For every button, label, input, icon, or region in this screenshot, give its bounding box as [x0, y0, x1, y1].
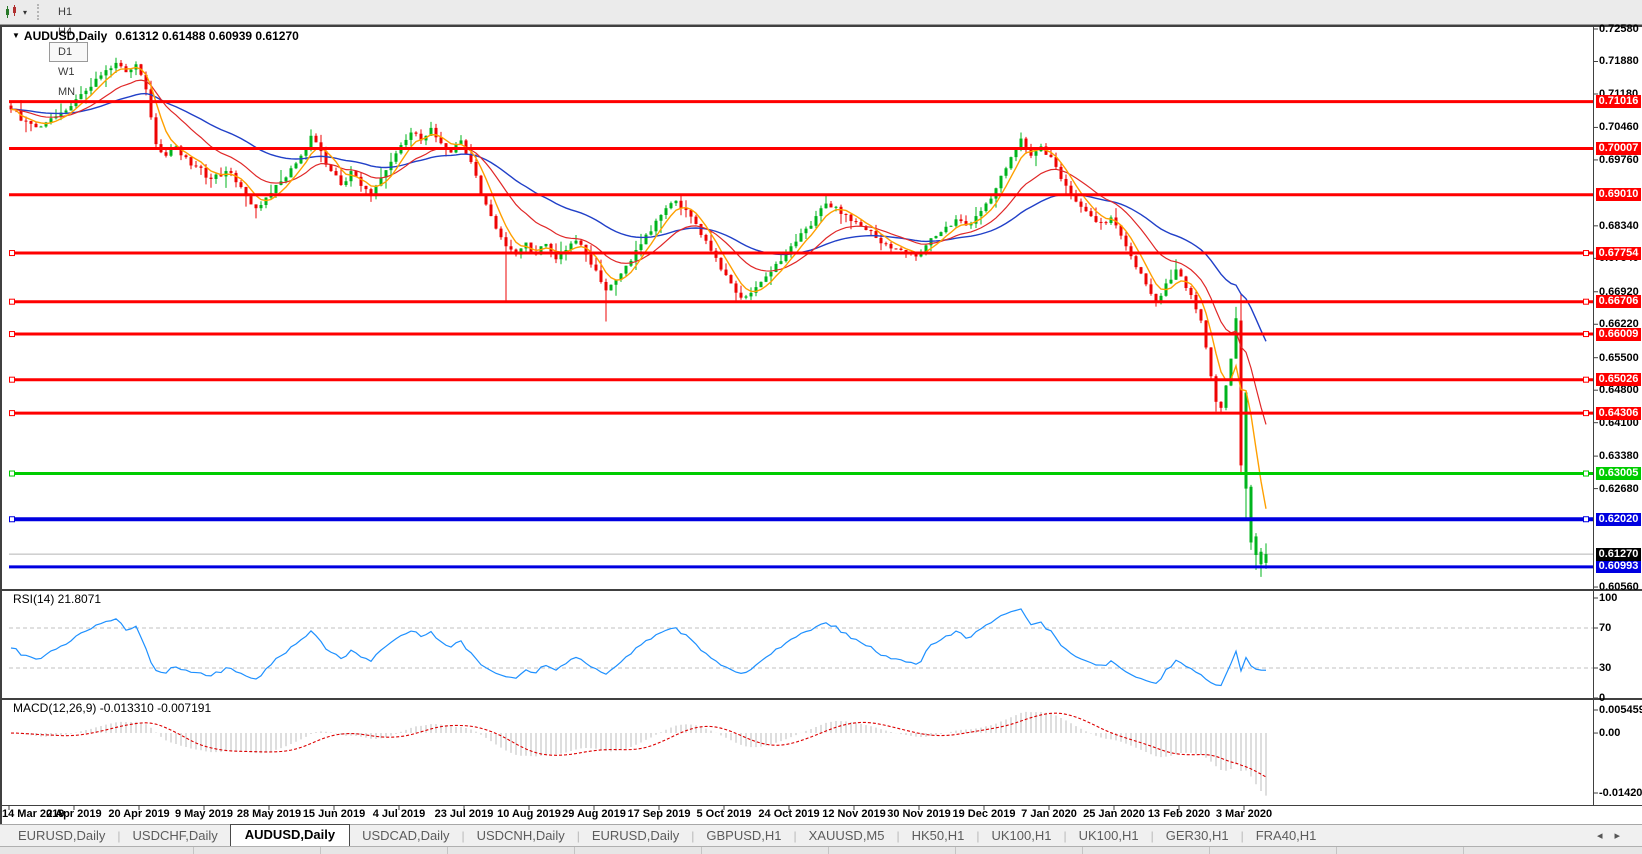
line-handle[interactable]	[1584, 251, 1589, 256]
price-tick-label: 0.71880	[1599, 55, 1639, 68]
price-tick-label: 0.72580	[1599, 23, 1639, 36]
macd-indicator-label: MACD(12,26,9) -0.013310 -0.007191	[13, 701, 211, 715]
date-tick-label: 13 Feb 2020	[1148, 808, 1210, 820]
price-tick-label: 0.62680	[1599, 483, 1639, 496]
chart-tab-fra40-h1[interactable]: FRA40,H1	[1244, 826, 1329, 846]
line-handle[interactable]	[1584, 517, 1589, 522]
current-price-label: 0.61270	[1596, 548, 1641, 561]
line-handle[interactable]	[10, 471, 15, 476]
date-tick-label: 7 Jan 2020	[1021, 808, 1077, 820]
rsi-tick-label: 100	[1599, 592, 1617, 605]
status-cell-separator	[1082, 847, 1083, 854]
date-tick-label: 2 Apr 2019	[46, 808, 101, 820]
chart-symbol-label: AUDUSD,Daily	[24, 29, 107, 43]
line-handle[interactable]	[10, 299, 15, 304]
rsi-tick-label: 30	[1599, 662, 1611, 675]
status-bar	[0, 846, 1642, 854]
line-handle[interactable]	[1584, 411, 1589, 416]
status-cell-separator	[828, 847, 829, 854]
status-cell-separator	[701, 847, 702, 854]
line-handle[interactable]	[10, 251, 15, 256]
tab-scroll-right-icon[interactable]: ▸	[1614, 830, 1632, 842]
chart-title: ▼ AUDUSD,Daily 0.61312 0.61488 0.60939 0.6…	[12, 29, 299, 43]
line-handle[interactable]	[10, 517, 15, 522]
price-level-label: 0.65026	[1596, 373, 1641, 386]
status-cell-separator	[447, 847, 448, 854]
date-tick-label: 30 Nov 2019	[887, 808, 951, 820]
status-cell-separator	[1463, 847, 1464, 854]
macd-panel-layer	[11, 712, 1266, 796]
date-tick-label: 29 Aug 2019	[562, 808, 626, 820]
rsi-panel-layer	[9, 609, 1593, 686]
chart-tab-gbpusd-h1[interactable]: GBPUSD,H1	[694, 826, 793, 846]
line-handle[interactable]	[1584, 332, 1589, 337]
chart-tab-bar: EURUSD,Daily|USDCHF,DailyAUDUSD,DailyUSD…	[0, 824, 1642, 846]
price-level-label: 0.62020	[1596, 513, 1641, 526]
macd-tick-label: -0.014204	[1599, 787, 1642, 800]
price-tick-label: 0.69760	[1599, 154, 1639, 167]
date-tick-label: 15 Jun 2019	[303, 808, 365, 820]
status-cell-separator	[955, 847, 956, 854]
date-tick-label: 19 Dec 2019	[953, 808, 1016, 820]
status-cell-separator	[574, 847, 575, 854]
status-cell-separator	[1209, 847, 1210, 854]
trading-platform-window: ▾ M1M5M15M30H1H4D1W1MN ▼AUDUSD,Daily0.61…	[0, 0, 1642, 854]
date-tick-label: 23 Jul 2019	[435, 808, 494, 820]
chart-tab-eurusd-daily[interactable]: EURUSD,Daily	[580, 826, 691, 846]
price-level-label: 0.67754	[1596, 247, 1641, 260]
rsi-tick-label: 70	[1599, 622, 1611, 635]
chart-tab-usdcad-daily[interactable]: USDCAD,Daily	[350, 826, 461, 846]
chart-ohlc-values: 0.61312 0.61488 0.60939 0.61270	[115, 29, 299, 43]
chart-tab-audusd-daily[interactable]: AUDUSD,Daily	[230, 824, 350, 846]
line-handle[interactable]	[10, 332, 15, 337]
date-tick-label: 25 Jan 2020	[1083, 808, 1145, 820]
price-level-label: 0.60993	[1596, 560, 1641, 573]
chart-tab-hk50-h1[interactable]: HK50,H1	[900, 826, 977, 846]
chart-tab-eurusd-daily[interactable]: EURUSD,Daily	[6, 826, 117, 846]
rsi-indicator-label: RSI(14) 21.8071	[13, 592, 101, 606]
main-chart-layer	[9, 58, 1593, 577]
price-tick-label: 0.65500	[1599, 352, 1639, 365]
line-handle[interactable]	[10, 411, 15, 416]
price-level-label: 0.66009	[1596, 328, 1641, 341]
date-tick-label: 9 May 2019	[175, 808, 233, 820]
price-level-label: 0.64306	[1596, 407, 1641, 420]
chart-tab-uk100-h1[interactable]: UK100,H1	[1067, 826, 1151, 846]
tab-scroll-left-icon[interactable]: ◂	[1597, 830, 1615, 842]
macd-tick-label: 0.005459	[1599, 704, 1642, 717]
line-handle[interactable]	[1584, 377, 1589, 382]
date-tick-label: 5 Oct 2019	[696, 808, 751, 820]
macd-tick-label: 0.00	[1599, 727, 1620, 740]
price-level-label: 0.63005	[1596, 467, 1641, 480]
chart-canvas[interactable]	[0, 0, 1642, 824]
status-cell-separator	[320, 847, 321, 854]
date-tick-label: 24 Oct 2019	[758, 808, 819, 820]
date-tick-label: 4 Jul 2019	[373, 808, 426, 820]
date-tick-label: 12 Nov 2019	[822, 808, 886, 820]
chart-tab-usdcnh-daily[interactable]: USDCNH,Daily	[465, 826, 577, 846]
chart-tab-uk100-h1[interactable]: UK100,H1	[980, 826, 1064, 846]
tab-scroll-arrows: ◂▸	[1597, 829, 1632, 842]
date-tick-label: 28 May 2019	[237, 808, 301, 820]
chart-tab-usdchf-daily[interactable]: USDCHF,Daily	[121, 826, 230, 846]
chart-tab-ger30-h1[interactable]: GER30,H1	[1154, 826, 1241, 846]
price-tick-label: 0.68340	[1599, 220, 1639, 233]
date-tick-label: 10 Aug 2019	[497, 808, 561, 820]
triangle-down-icon[interactable]: ▼	[12, 31, 20, 40]
date-tick-label: 17 Sep 2019	[628, 808, 691, 820]
status-cell-separator	[1336, 847, 1337, 854]
price-level-label: 0.70007	[1596, 142, 1641, 155]
date-tick-label: 3 Mar 2020	[1216, 808, 1272, 820]
chart-tab-xauusd-m5[interactable]: XAUUSD,M5	[797, 826, 897, 846]
date-tick-label: 20 Apr 2019	[108, 808, 169, 820]
price-tick-label: 0.70460	[1599, 121, 1639, 134]
status-cell-separator	[193, 847, 194, 854]
line-handle[interactable]	[10, 377, 15, 382]
price-level-label: 0.71016	[1596, 95, 1641, 108]
price-level-label: 0.66706	[1596, 295, 1641, 308]
price-tick-label: 0.63380	[1599, 450, 1639, 463]
line-handle[interactable]	[1584, 471, 1589, 476]
price-level-label: 0.69010	[1596, 188, 1641, 201]
line-handle[interactable]	[1584, 299, 1589, 304]
